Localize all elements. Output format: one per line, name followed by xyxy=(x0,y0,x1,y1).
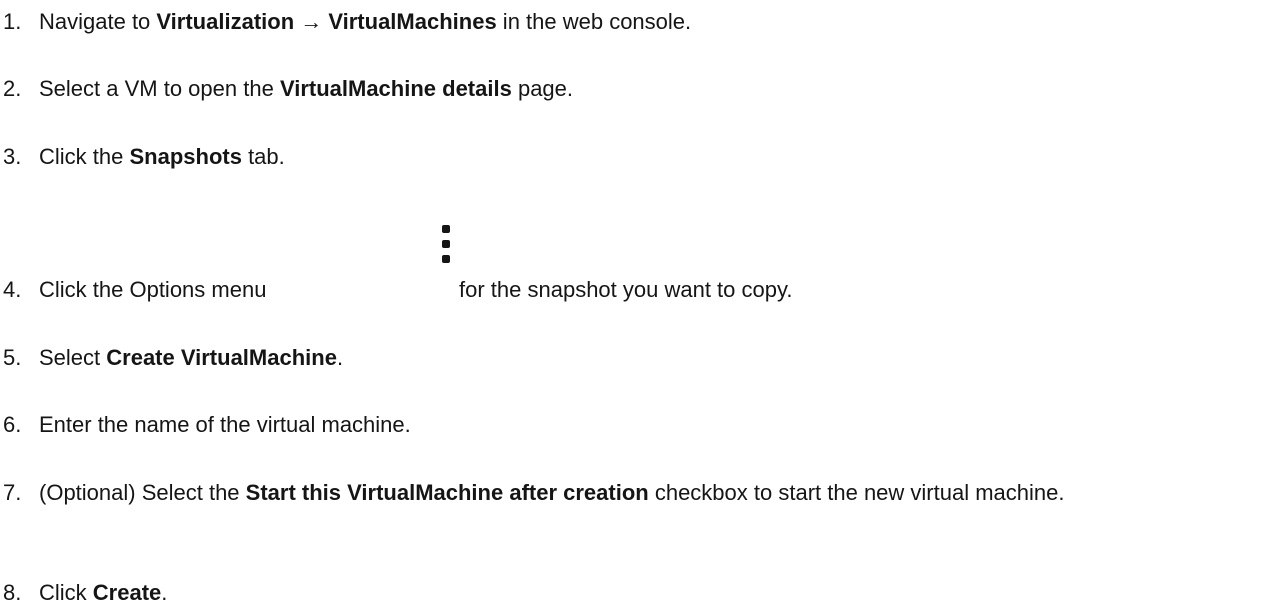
step-text: Click the Snapshots tab. xyxy=(39,144,285,169)
step-number: 7. xyxy=(3,480,22,505)
ui-action-name: Create VirtualMachine xyxy=(106,345,337,370)
kebab-dot xyxy=(442,225,450,233)
step-text: (Optional) Select the Start this Virtual… xyxy=(39,480,1065,505)
step-text: Click Create. xyxy=(39,580,168,605)
step-number: 5. xyxy=(3,345,22,370)
ui-button-name: Create xyxy=(92,580,162,605)
step-number: 6. xyxy=(3,412,22,437)
step-number: 4. xyxy=(3,277,22,302)
step-number: 2. xyxy=(3,76,22,101)
kebab-options-icon xyxy=(442,225,450,277)
step-text: Navigate to Virtualization → VirtualMach… xyxy=(39,9,692,34)
ui-page-name: VirtualMachine details xyxy=(279,76,512,101)
step-number: 3. xyxy=(3,144,22,169)
step-text: Enter the name of the virtual machine. xyxy=(39,412,411,437)
step-text: Select a VM to open the VirtualMachine d… xyxy=(39,76,574,101)
ui-path: Virtualization → VirtualMachines xyxy=(156,9,497,34)
step-text: Select Create VirtualMachine. xyxy=(39,345,344,370)
step-number: 8. xyxy=(3,580,22,605)
ui-checkbox-name: Start this VirtualMachine after creation xyxy=(245,480,649,505)
kebab-dot xyxy=(442,255,450,263)
kebab-dot xyxy=(442,240,450,248)
step-number: 1. xyxy=(3,9,22,34)
ui-tab-name: Snapshots xyxy=(129,144,242,169)
step-text: Click the Options menu for the snapshot … xyxy=(39,225,1254,305)
